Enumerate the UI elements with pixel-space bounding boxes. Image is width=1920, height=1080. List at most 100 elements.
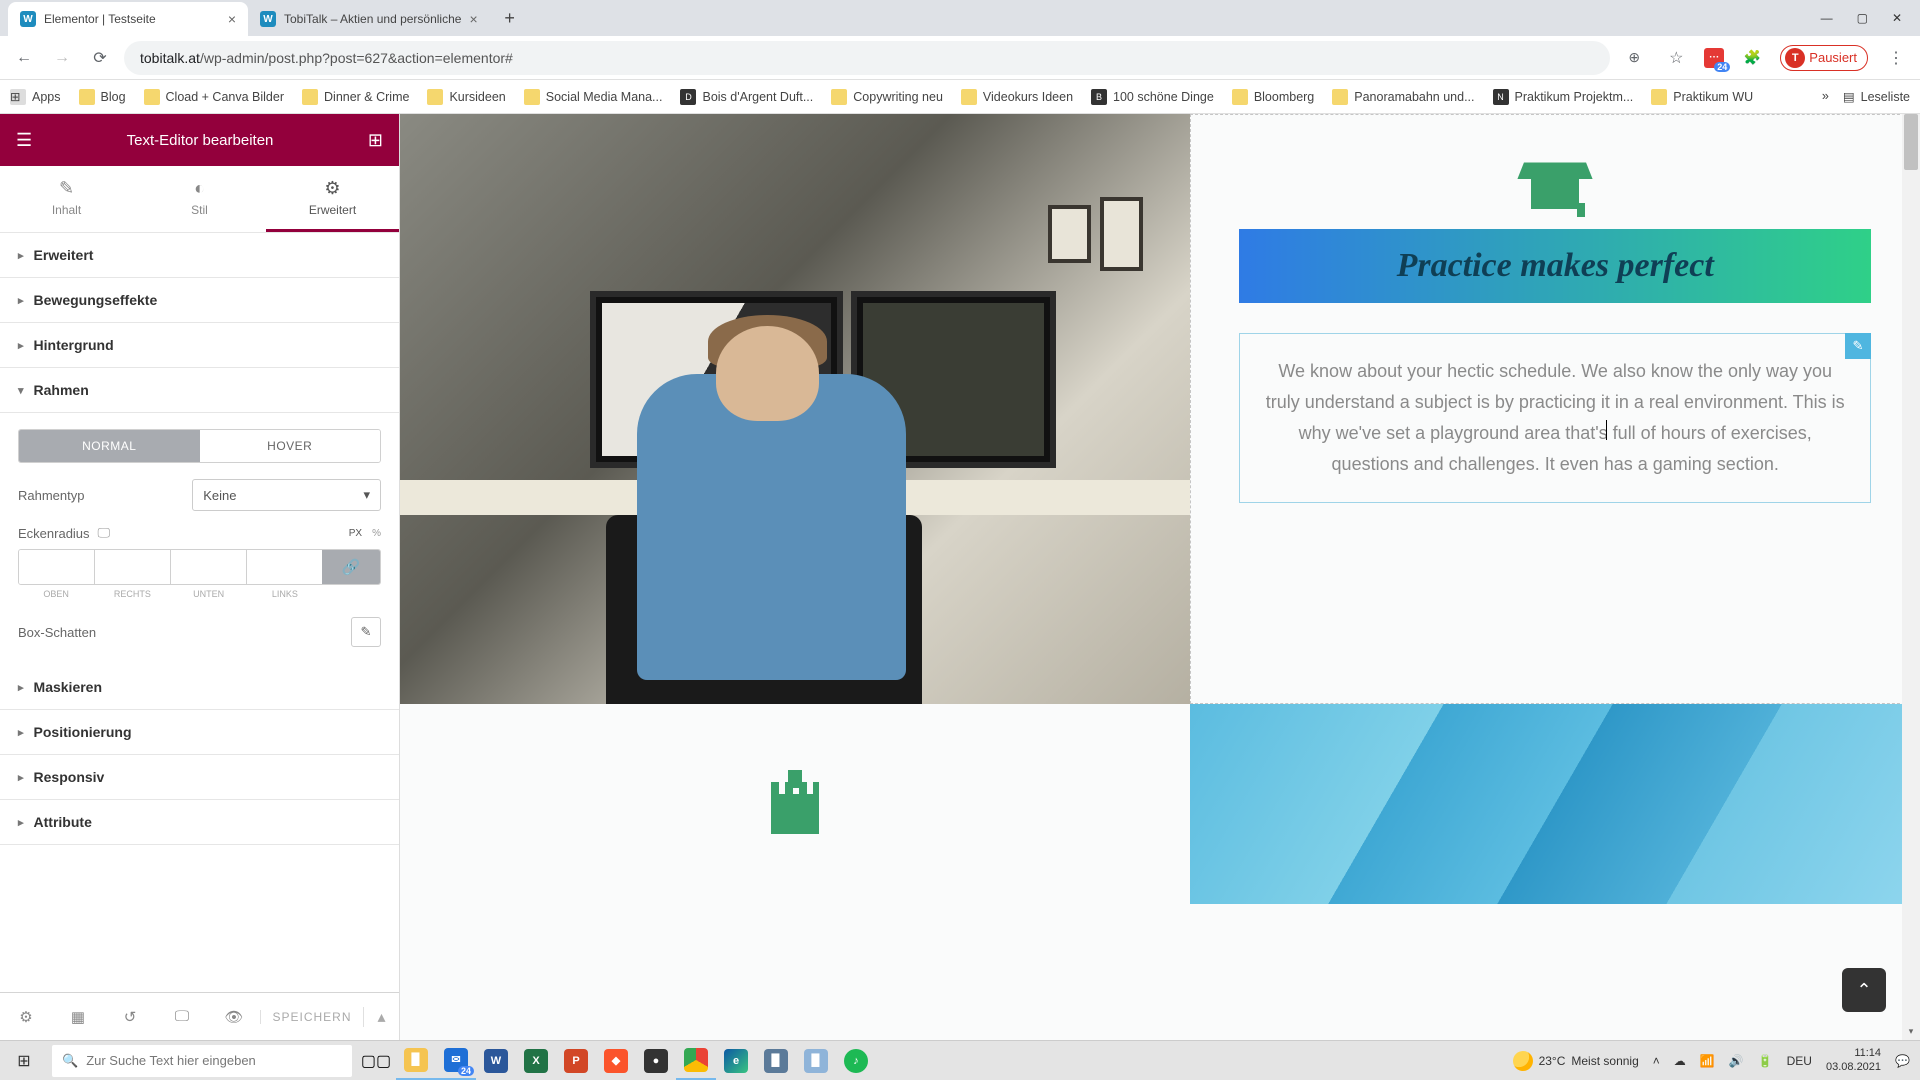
- section-positionierung[interactable]: ▸Positionierung: [0, 710, 399, 755]
- responsive-icon[interactable]: 🖵: [98, 525, 111, 541]
- vertical-scrollbar[interactable]: ▴ ▾: [1902, 114, 1920, 1040]
- taskbar-app-notepad[interactable]: ▉: [796, 1041, 836, 1080]
- radius-rechts-input[interactable]: [95, 550, 171, 584]
- taskbar-search[interactable]: 🔍 Zur Suche Text hier eingeben: [52, 1045, 352, 1077]
- reload-button[interactable]: ⟳: [86, 44, 114, 72]
- apps-button[interactable]: ⊞Apps: [10, 89, 61, 105]
- close-icon[interactable]: ×: [469, 11, 477, 27]
- taskbar-app-excel[interactable]: X: [516, 1041, 556, 1080]
- taskbar-app-powerpoint[interactable]: P: [556, 1041, 596, 1080]
- hamburger-icon[interactable]: ☰: [16, 130, 32, 151]
- extension-lastpass-icon[interactable]: ···: [1704, 48, 1724, 68]
- navigator-button[interactable]: ▦: [52, 1008, 104, 1026]
- weather-widget[interactable]: 23°C Meist sonnig: [1513, 1051, 1639, 1071]
- tab-erweitert[interactable]: ⚙Erweitert: [266, 166, 399, 232]
- bookmark-item[interactable]: Kursideen: [427, 89, 505, 105]
- rahmentyp-select[interactable]: Keine ▾: [192, 479, 381, 511]
- preview-heading-widget[interactable]: Practice makes perfect: [1239, 229, 1871, 303]
- taskbar-app-generic1[interactable]: ▉: [756, 1041, 796, 1080]
- task-view-button[interactable]: ▢▢: [356, 1041, 396, 1080]
- preview-button[interactable]: 👁: [208, 1008, 260, 1026]
- zoom-icon[interactable]: ⊕: [1620, 44, 1648, 72]
- bookmark-item[interactable]: Panoramabahn und...: [1332, 89, 1474, 105]
- state-hover[interactable]: HOVER: [200, 430, 381, 462]
- bookmark-item[interactable]: Cload + Canva Bilder: [144, 89, 284, 105]
- bookmark-item[interactable]: DBois d'Argent Duft...: [680, 89, 813, 105]
- section-bewegung[interactable]: ▸Bewegungseffekte: [0, 278, 399, 323]
- widgets-grid-icon[interactable]: ⊞: [368, 130, 383, 151]
- browser-tab-active[interactable]: W Elementor | Testseite ×: [8, 2, 248, 36]
- preview-column-left[interactable]: ▯▯: [400, 114, 1190, 704]
- bookmark-item[interactable]: Copywriting neu: [831, 89, 943, 105]
- bookmark-item[interactable]: Bloomberg: [1232, 89, 1314, 105]
- profile-paused-button[interactable]: T Pausiert: [1780, 45, 1868, 71]
- save-button[interactable]: SPEICHERN: [260, 1010, 363, 1024]
- bookmark-item[interactable]: NPraktikum Projektm...: [1493, 89, 1634, 105]
- extensions-icon[interactable]: 🧩: [1738, 44, 1766, 72]
- scroll-to-top-button[interactable]: ⌃: [1842, 968, 1886, 1012]
- taskbar-app-spotify[interactable]: ♪: [836, 1041, 876, 1080]
- wifi-icon[interactable]: 📶: [1700, 1054, 1715, 1068]
- section-hintergrund[interactable]: ▸Hintergrund: [0, 323, 399, 368]
- bookmark-item[interactable]: Praktikum WU: [1651, 89, 1753, 105]
- taskbar-app-chrome[interactable]: [676, 1041, 716, 1080]
- settings-button[interactable]: ⚙: [0, 1008, 52, 1026]
- taskbar-app-edge[interactable]: e: [716, 1041, 756, 1080]
- preview-image-bottom-right[interactable]: [1190, 704, 1920, 904]
- widget-edit-button[interactable]: ✎: [1845, 333, 1871, 359]
- link-values-button[interactable]: 🔗: [322, 550, 380, 584]
- paragraph-text[interactable]: We know about your hectic schedule. We a…: [1262, 356, 1848, 480]
- taskbar-app-brave[interactable]: ◆: [596, 1041, 636, 1080]
- volume-icon[interactable]: 🔊: [1729, 1054, 1744, 1068]
- close-icon[interactable]: ×: [228, 11, 236, 27]
- history-button[interactable]: ↺: [104, 1008, 156, 1026]
- new-tab-button[interactable]: +: [496, 4, 524, 32]
- notifications-icon[interactable]: 💬: [1895, 1054, 1910, 1068]
- url-input[interactable]: tobitalk.at/wp-admin/post.php?post=627&a…: [124, 41, 1610, 75]
- scrollbar-thumb[interactable]: [1904, 114, 1918, 170]
- bookmark-item[interactable]: Social Media Mana...: [524, 89, 663, 105]
- bookmark-item[interactable]: Dinner & Crime: [302, 89, 409, 105]
- minimize-icon[interactable]: —: [1821, 11, 1833, 25]
- scroll-down-arrow[interactable]: ▾: [1902, 1022, 1920, 1040]
- back-button[interactable]: ←: [10, 44, 38, 72]
- section-attribute[interactable]: ▸Attribute: [0, 800, 399, 845]
- bookmark-item[interactable]: Videokurs Ideen: [961, 89, 1073, 105]
- tray-chevron-icon[interactable]: ˄: [1653, 1054, 1660, 1068]
- preview-text-editor-widget[interactable]: ✎ We know about your hectic schedule. We…: [1239, 333, 1871, 503]
- responsive-mode-button[interactable]: 🖵: [156, 1008, 208, 1025]
- section-erweitert[interactable]: ▸Erweitert: [0, 233, 399, 278]
- radius-unten-input[interactable]: [171, 550, 247, 584]
- radius-links-input[interactable]: [247, 550, 322, 584]
- bookmark-star-icon[interactable]: ☆: [1662, 44, 1690, 72]
- unit-percent[interactable]: %: [372, 528, 381, 539]
- language-indicator[interactable]: DEU: [1787, 1054, 1812, 1068]
- radius-oben-input[interactable]: [19, 550, 95, 584]
- bookmark-item[interactable]: B100 schöne Dinge: [1091, 89, 1214, 105]
- preview-column-right[interactable]: Practice makes perfect ✎ We know about y…: [1190, 114, 1920, 704]
- tab-stil[interactable]: ◐Stil: [133, 166, 266, 232]
- bookmarks-overflow[interactable]: »: [1822, 89, 1829, 104]
- taskbar-app-obs[interactable]: ●: [636, 1041, 676, 1080]
- unit-px[interactable]: PX: [349, 528, 362, 539]
- onedrive-icon[interactable]: ☁: [1674, 1054, 1686, 1068]
- boxschatten-edit-button[interactable]: ✎: [351, 617, 381, 647]
- browser-tab-inactive[interactable]: W TobiTalk – Aktien und persönliche ×: [248, 2, 490, 36]
- battery-icon[interactable]: 🔋: [1758, 1054, 1773, 1068]
- section-responsiv[interactable]: ▸Responsiv: [0, 755, 399, 800]
- tab-inhalt[interactable]: ✎Inhalt: [0, 166, 133, 232]
- close-window-icon[interactable]: ✕: [1892, 11, 1902, 25]
- section-rahmen[interactable]: ▾Rahmen: [0, 368, 399, 413]
- taskbar-app-explorer[interactable]: ▉: [396, 1041, 436, 1080]
- taskbar-app-word[interactable]: W: [476, 1041, 516, 1080]
- section-maskieren[interactable]: ▸Maskieren: [0, 665, 399, 710]
- start-button[interactable]: ⊞: [0, 1041, 48, 1080]
- maximize-icon[interactable]: ▢: [1857, 11, 1868, 25]
- bookmark-item[interactable]: Blog: [79, 89, 126, 105]
- save-options-button[interactable]: ▴: [363, 1007, 399, 1027]
- reading-list-button[interactable]: ▤Leseliste: [1843, 89, 1910, 104]
- menu-icon[interactable]: ⋮: [1882, 44, 1910, 72]
- taskbar-app-outlook[interactable]: ✉: [436, 1041, 476, 1080]
- taskbar-clock[interactable]: 11:14 03.08.2021: [1826, 1047, 1881, 1073]
- state-normal[interactable]: NORMAL: [19, 430, 200, 462]
